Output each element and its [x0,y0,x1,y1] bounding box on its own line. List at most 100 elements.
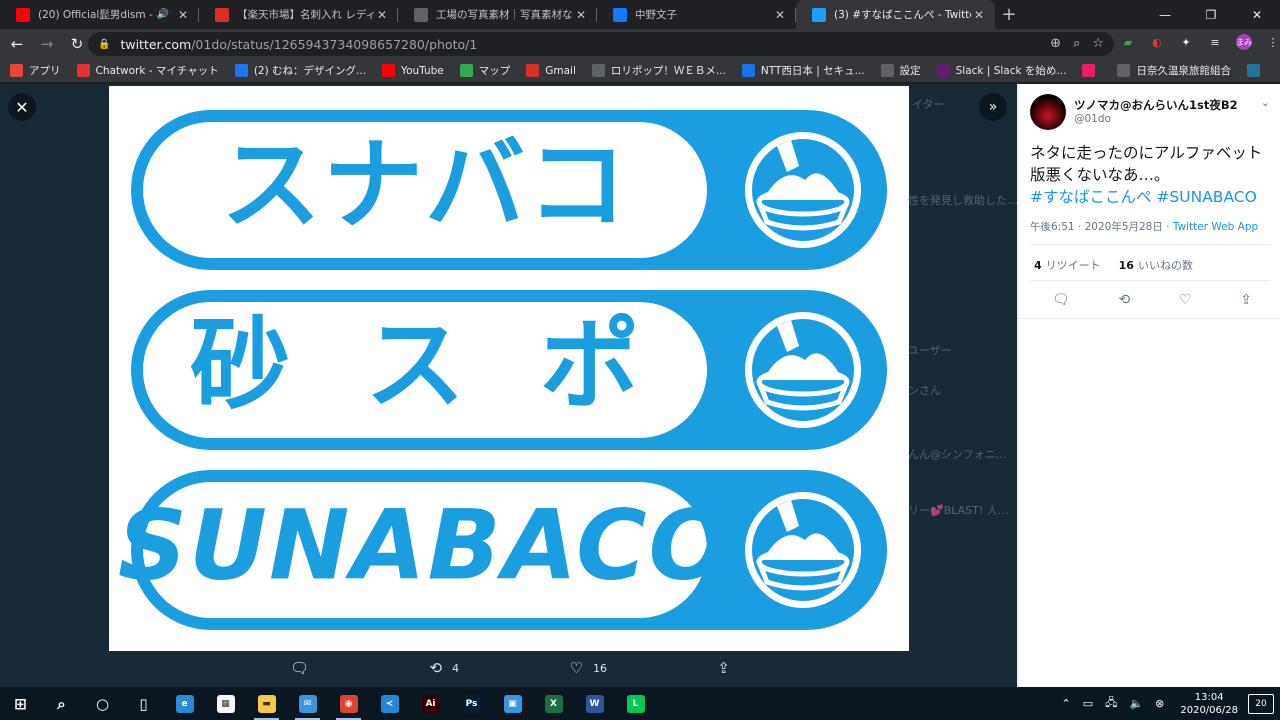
reload-icon[interactable]: ↻ [64,31,90,57]
puzzle-icon[interactable]: ✦ [1178,34,1194,50]
tab-close-icon[interactable]: ✕ [772,8,788,22]
taskbar-button[interactable]: ⌕ [41,687,82,720]
bookmark-item[interactable]: アプリ [10,63,61,78]
bookmark-item[interactable] [1082,64,1101,77]
bookmark-item[interactable]: 日奈久温泉旅館組合 [1117,63,1231,78]
bookmark-item[interactable]: YouTube [382,64,444,77]
lock-icon: 🔒 [98,38,111,50]
bookmark-item[interactable]: ロリポップ！ＷＥＢメ... [591,63,726,78]
tab-title: 中野文子 [635,9,677,21]
minimize-icon[interactable]: — [1142,0,1188,29]
retweet-icon[interactable]: ⟲ [1119,292,1131,308]
tab-close-icon[interactable]: ✕ [573,8,589,22]
author-handle[interactable]: @01do [1074,113,1111,125]
tweet-photo[interactable]: スナバコ砂 ス ポ SUNABACO [109,86,909,651]
taskbar-button[interactable]: W [574,687,615,720]
tab-close-icon[interactable]: ✕ [374,8,390,22]
like-stat[interactable]: 16 いいねの数 [1119,257,1193,273]
menu-kebab-icon[interactable]: ⋮ [1265,34,1280,50]
close-icon[interactable]: ✕ [8,93,36,121]
extension-green-icon[interactable]: ▰ [1120,34,1136,50]
taskbar-button[interactable]: ▯ [123,687,164,720]
edge-icon: e [175,694,194,713]
taskbar-button[interactable]: ▣ [492,687,533,720]
chevron-up-icon[interactable]: ⌃ [1062,697,1071,710]
browser-tab[interactable]: 【楽天市場】名刺入れ レディース かわ✕ [199,0,398,29]
bookmark-item[interactable]: 設定 [880,63,921,78]
install-icon[interactable]: ⊕ [1050,36,1061,51]
background-timeline-text: ユーザー [908,344,952,357]
tab-close-icon[interactable]: ✕ [971,8,987,22]
tab-close-icon[interactable]: ✕ [175,8,191,22]
retweet-icon: ⟲ [429,659,443,677]
hashtag-link[interactable]: #SUNABACO [1156,188,1256,206]
forward-icon[interactable]: → [34,31,60,57]
bookmark-label: 日奈久温泉旅館組合 [1136,65,1231,77]
heart-icon[interactable]: ♡ [1179,292,1192,308]
taskbar-button[interactable]: ○ [82,687,123,720]
notification-center[interactable]: 20 [1248,693,1274,714]
taskbar-button[interactable]: ▬ [246,687,287,720]
bookmark-item[interactable]: Gmail [526,64,576,77]
reply-icon[interactable]: 🗨 [1052,292,1070,308]
tweet-source[interactable]: Twitter Web App [1173,221,1258,233]
background-timeline-text: リー💕BLAST! 人… [908,504,1009,517]
taskbar-button[interactable]: ◉ [328,687,369,720]
status-x-icon[interactable]: ⊗ [1155,697,1164,710]
zoom-icon[interactable]: ⌕ [1073,36,1080,51]
tweet-detail-panel: ツノマカ@おんらいん1st夜B2 @01do ⌄ ネタに走ったのにアルファベット… [1017,84,1280,687]
taskbar-button[interactable]: Ps [451,687,492,720]
author-avatar[interactable] [1030,94,1066,130]
store-icon: ▦ [216,694,235,713]
chevron-down-icon[interactable]: ⌄ [1261,96,1270,109]
bookmark-item[interactable]: Slack | Slack を始め... [936,63,1066,78]
browser-tab[interactable]: (20) Official髭男dism - 宿命🔊 ✕ [0,0,199,29]
taskbar-button[interactable]: L [615,687,656,720]
like-action[interactable]: ♡ 16 [570,659,607,677]
photoshop-icon: Ps [462,694,481,713]
taskbar-button[interactable]: e [164,687,205,720]
extension-red-icon[interactable]: ◐ [1149,34,1165,50]
bookmark-item[interactable]: (2) むね：デザイング... [234,63,366,78]
taskbar-button[interactable]: Ai [410,687,451,720]
bookmark-item[interactable]: マップ [459,63,510,78]
star-icon[interactable]: ☆ [1092,36,1104,51]
search-icon: ⌕ [57,694,66,713]
share-action[interactable]: ⇪ [717,659,730,677]
battery-icon[interactable]: ▭ [1083,697,1093,710]
tweet-time[interactable]: 午後6:51 · 2020年5月28日 · [1030,221,1173,233]
address-bar[interactable]: 🔒 twitter.com/01do/status/12659437340986… [88,32,1114,56]
taskbar-button[interactable]: ▦ [205,687,246,720]
clock[interactable]: 13:04 2020/06/28 [1180,691,1238,717]
share-icon[interactable]: ⇪ [1240,292,1252,308]
speaker-icon[interactable]: 🔊 [157,9,169,20]
reply-action[interactable]: 🗨 [290,659,319,677]
word-icon: W [585,694,604,713]
mail-icon: ✉ [298,694,317,713]
bookmark-item[interactable] [1246,64,1266,77]
volume-icon[interactable]: 🔈 [1129,697,1143,710]
author-display-name[interactable]: ツノマカ@おんらいん1st夜B2 [1074,97,1238,113]
profile-avatar[interactable]: まみ [1236,34,1252,50]
network-icon[interactable]: 🖧 [1105,694,1117,713]
expand-panel-icon[interactable]: » [979,93,1007,121]
taskbar-button[interactable]: ✉ [287,687,328,720]
maximize-icon[interactable]: ❐ [1188,0,1234,29]
bookmark-item[interactable]: Chatwork - マイチャット [76,63,219,78]
close-window-icon[interactable]: ✕ [1234,0,1280,29]
browser-tab[interactable]: (3) #すなばここんぺ - Twitter検索 / ✕ [796,0,995,29]
address-url[interactable]: twitter.com/01do/status/1265943734098657… [120,37,477,52]
media-queue-icon[interactable]: ≡ [1207,34,1223,50]
browser-tab[interactable]: 中野文子 ✕ [597,0,796,29]
browser-tab[interactable]: 工場の写真素材｜写真素材なら「写✕ [398,0,597,29]
retweet-stat[interactable]: 4 リツイート [1034,257,1101,273]
tab-title: 【楽天市場】名刺入れ レディース かわ [237,9,374,21]
taskbar-button[interactable]: X [533,687,574,720]
taskbar-button[interactable]: ⊞ [0,687,41,720]
back-icon[interactable]: ← [4,31,30,57]
hashtag-link[interactable]: #すなばここんぺ [1030,188,1152,206]
bookmark-item[interactable]: NTT西日本 | セキュ... [741,63,865,78]
retweet-action[interactable]: ⟲ 4 [429,659,459,677]
taskbar-button[interactable]: ≺ [369,687,410,720]
new-tab-button[interactable]: + [995,0,1023,29]
